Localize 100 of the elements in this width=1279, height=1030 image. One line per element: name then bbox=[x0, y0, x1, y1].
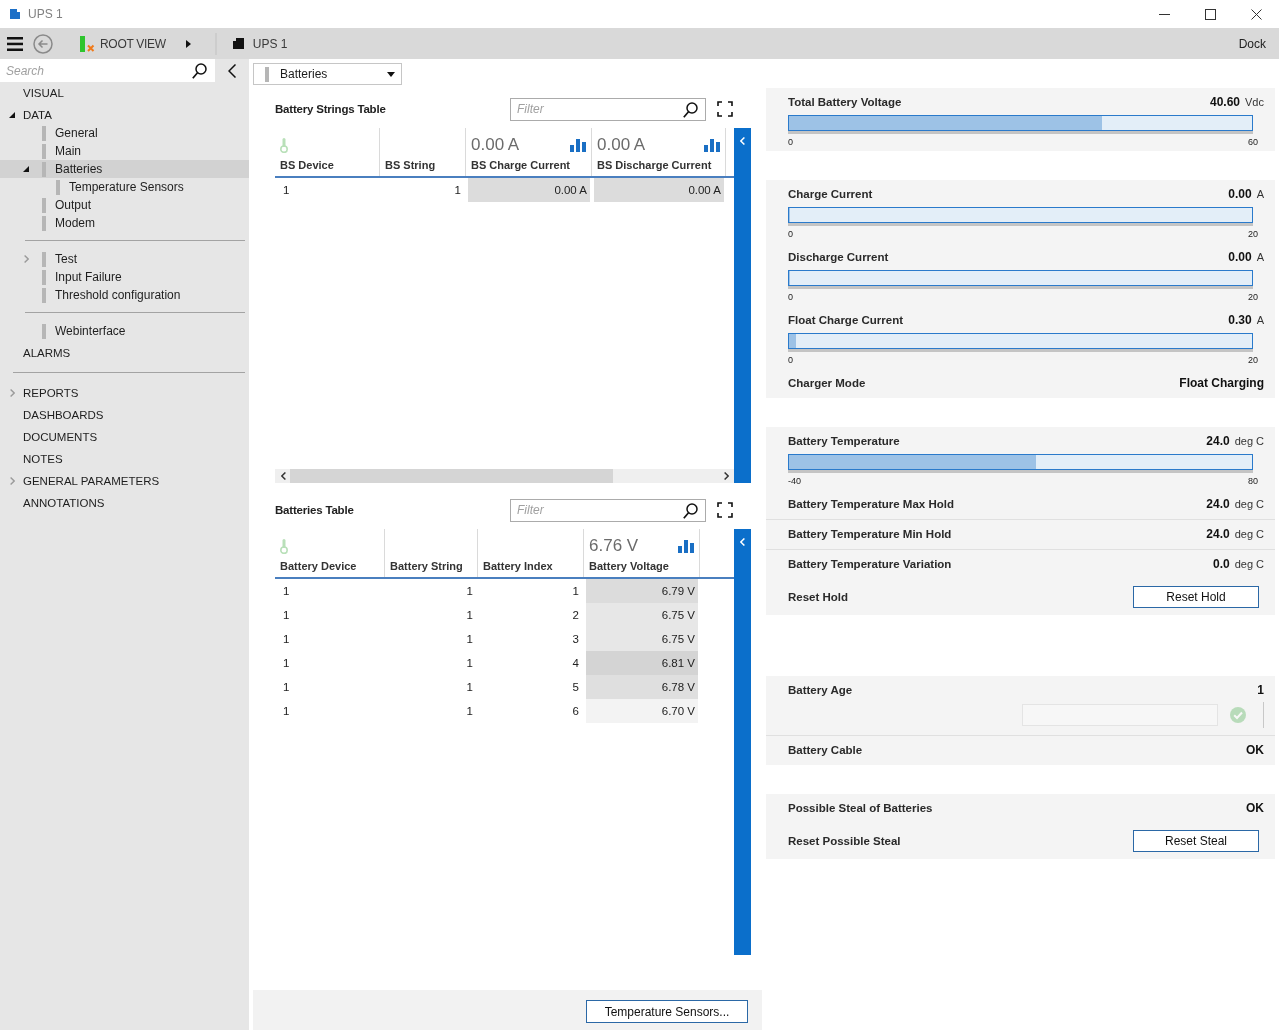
dock-button[interactable]: Dock bbox=[1238, 36, 1266, 51]
scale-max-label: 20 bbox=[1248, 229, 1258, 239]
view-dropdown[interactable]: Batteries bbox=[253, 63, 402, 85]
item-value: 0.0 bbox=[1212, 557, 1230, 571]
tree-item[interactable]: DASHBOARDS bbox=[0, 404, 249, 426]
tree-item[interactable]: VISUAL bbox=[0, 82, 249, 104]
fullscreen-icon[interactable] bbox=[717, 101, 733, 117]
expanded-triangle-icon[interactable] bbox=[9, 112, 15, 118]
tree-item[interactable]: Threshold configuration bbox=[0, 286, 249, 304]
table-cell-text: 3 bbox=[571, 632, 580, 647]
search-icon[interactable] bbox=[683, 502, 698, 519]
tree-item[interactable]: DATA bbox=[0, 104, 249, 126]
table-cell-text: 1 bbox=[282, 608, 291, 623]
tree-item[interactable]: Test bbox=[0, 250, 249, 268]
scale-min-label: 0 bbox=[788, 355, 793, 365]
column-header[interactable]: Battery Device bbox=[280, 559, 379, 573]
item-label: Battery Temperature bbox=[788, 435, 900, 447]
tag-bar-icon bbox=[42, 125, 46, 141]
scrollbar-thumb[interactable] bbox=[290, 469, 613, 483]
unit-label: deg C bbox=[1234, 558, 1264, 570]
tree-item[interactable]: Main bbox=[0, 142, 249, 160]
expanded-triangle-icon[interactable] bbox=[23, 166, 29, 172]
tree-item[interactable]: ANNOTATIONS bbox=[0, 492, 249, 514]
column-summary: 0.00 A bbox=[597, 135, 646, 155]
filter-field[interactable]: Filter bbox=[510, 97, 706, 121]
item-value: 1 bbox=[1257, 683, 1264, 697]
reset-button[interactable]: Reset Hold bbox=[1133, 586, 1259, 608]
tree-item[interactable]: ALARMS bbox=[0, 342, 249, 364]
table-title: Batteries Table bbox=[275, 504, 354, 516]
search-icon[interactable] bbox=[192, 63, 207, 79]
scale-min-label: 0 bbox=[788, 292, 793, 302]
reset-button[interactable]: Reset Steal bbox=[1133, 830, 1259, 852]
column-header[interactable]: Battery String bbox=[390, 559, 472, 573]
tag-bar-icon bbox=[42, 287, 46, 303]
menu-icon[interactable] bbox=[7, 36, 23, 51]
collapse-chevron-icon[interactable] bbox=[228, 63, 236, 78]
unit-label: deg C bbox=[1234, 435, 1264, 447]
unit-label: A bbox=[1256, 251, 1264, 263]
tree-item[interactable]: Input Failure bbox=[0, 268, 249, 286]
bar-chart-icon[interactable] bbox=[704, 138, 720, 152]
chevron-left-icon[interactable] bbox=[740, 538, 745, 546]
scale-min-label: 0 bbox=[788, 229, 793, 239]
item-label: Discharge Current bbox=[788, 251, 889, 263]
fullscreen-icon[interactable] bbox=[717, 502, 733, 518]
unit-label: Vdc bbox=[1245, 96, 1264, 108]
column-header[interactable]: Battery Voltage bbox=[589, 559, 694, 573]
tree-item[interactable]: Modem bbox=[0, 214, 249, 232]
column-header[interactable]: BS Discharge Current bbox=[597, 158, 720, 172]
item-value: OK bbox=[1246, 801, 1264, 815]
filter-field[interactable]: Filter bbox=[510, 498, 706, 522]
unit-label: A bbox=[1256, 188, 1264, 200]
tree-item[interactable]: Webinterface bbox=[0, 322, 249, 340]
scale-max-label: 60 bbox=[1248, 137, 1258, 147]
table-cell-text: 1 bbox=[465, 704, 474, 719]
tree-item[interactable]: General bbox=[0, 124, 249, 142]
bar-chart-icon[interactable] bbox=[678, 539, 694, 553]
tree-item[interactable]: GENERAL PARAMETERS bbox=[0, 470, 249, 492]
horizontal-scrollbar[interactable] bbox=[275, 469, 734, 483]
column-header[interactable]: BS Charge Current bbox=[471, 158, 586, 172]
tree-item[interactable]: Temperature Sensors bbox=[0, 178, 249, 196]
table-cell: 6.79 V bbox=[586, 579, 698, 603]
chevron-left-icon[interactable] bbox=[740, 137, 745, 145]
tree-item[interactable]: REPORTS bbox=[0, 382, 249, 404]
table-cell-text: 1 bbox=[465, 632, 474, 647]
bar-chart-icon[interactable] bbox=[570, 138, 586, 152]
column-header[interactable]: BS Device bbox=[280, 158, 374, 172]
item-label: Reset Hold bbox=[788, 591, 849, 603]
column-header[interactable]: Battery Index bbox=[483, 559, 578, 573]
table-cell: 6.75 V bbox=[586, 627, 698, 651]
table-cell-text: 4 bbox=[571, 656, 580, 671]
maximize-icon[interactable] bbox=[1205, 8, 1216, 20]
tag-bar-icon bbox=[265, 66, 269, 82]
thermometer-icon bbox=[280, 137, 288, 153]
scroll-left-icon[interactable] bbox=[281, 472, 286, 480]
item-label: Float Charge Current bbox=[788, 314, 903, 326]
item-label: Battery Temperature Variation bbox=[788, 558, 952, 570]
tree-item[interactable]: Output bbox=[0, 196, 249, 214]
table-cell: 6.75 V bbox=[586, 603, 698, 627]
root-view-link[interactable]: ROOT VIEW bbox=[100, 36, 166, 51]
table-cell-text: 1 bbox=[282, 632, 291, 647]
temperature-sensors-button[interactable]: Temperature Sensors... bbox=[586, 1000, 748, 1023]
item-label: Battery Age bbox=[788, 684, 853, 696]
tree-item[interactable]: DOCUMENTS bbox=[0, 426, 249, 448]
table-cell-text: 1 bbox=[465, 608, 474, 623]
table-cell: 6.78 V bbox=[586, 675, 698, 699]
close-icon[interactable] bbox=[1251, 8, 1262, 20]
tree-item[interactable]: NOTES bbox=[0, 448, 249, 470]
search-icon[interactable] bbox=[683, 101, 698, 118]
tree-item[interactable]: Batteries bbox=[0, 160, 249, 178]
unit-label: deg C bbox=[1234, 528, 1264, 540]
item-label: Possible Steal of Batteries bbox=[788, 802, 933, 814]
item-label: Battery Cable bbox=[788, 744, 863, 756]
unit-label: deg C bbox=[1234, 498, 1264, 510]
table-cell-text: 6 bbox=[571, 704, 580, 719]
caret-right-icon[interactable] bbox=[185, 39, 191, 48]
unit-label: A bbox=[1256, 314, 1264, 326]
search-field[interactable]: Search bbox=[0, 59, 215, 82]
table-cell: 6.81 V bbox=[586, 651, 698, 675]
column-header[interactable]: BS String bbox=[385, 158, 460, 172]
scroll-right-icon[interactable] bbox=[724, 472, 729, 480]
